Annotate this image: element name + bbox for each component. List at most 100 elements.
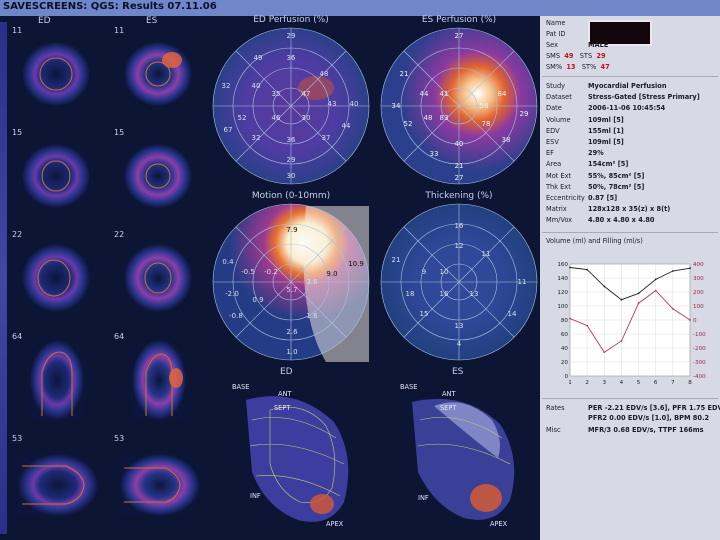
segment-value: 56 xyxy=(480,102,489,110)
filling-point xyxy=(637,302,640,305)
study-value: Myocardial Perfusion xyxy=(588,82,667,90)
results-panel: Name Pat ID Sex MALE SMS 49 STS 29 SM% 13… xyxy=(540,16,720,540)
y2-tick-label: -200 xyxy=(693,346,706,352)
model-es-3d[interactable]: BASE ANT SEPT INF APEX xyxy=(394,380,540,530)
segment-value: 44 xyxy=(342,122,351,130)
study-value: 109ml [5] xyxy=(588,115,624,124)
slice-image xyxy=(120,454,200,516)
segment-value: 27 xyxy=(455,32,464,40)
surface-model-svg: BASE ANT SEPT INF APEX xyxy=(232,383,349,528)
slice-es-row5[interactable]: 53 xyxy=(110,434,206,530)
model-ed-3d[interactable]: BASE ANT SEPT INF APEX xyxy=(226,380,372,530)
segment-value: 21 xyxy=(455,162,464,170)
study-key: Eccentricity xyxy=(546,194,585,202)
study-key: Mot Ext xyxy=(546,171,572,180)
smpct-value: 13 xyxy=(566,63,576,71)
slice-ed-row3[interactable]: 22 xyxy=(8,230,104,326)
volume-point xyxy=(603,285,606,288)
slice-number: 11 xyxy=(114,26,125,35)
slice-number: 22 xyxy=(12,230,23,239)
volume-point xyxy=(637,292,640,295)
thickening-map[interactable]: Thickening (%) 16 12 11 21 9 10 18 13 16… xyxy=(374,191,544,362)
segment-value: 10 xyxy=(440,268,449,276)
y-tick-label: 80 xyxy=(561,318,569,324)
y2-tick-label: 300 xyxy=(693,276,704,282)
motion-map[interactable]: Motion (0-10mm) 7.9 10.9 9.0 0.4 -0.5 -0… xyxy=(206,191,376,362)
y-tick-label: 20 xyxy=(561,360,569,366)
segment-value: 12 xyxy=(455,242,464,250)
segment-value: 3.6 xyxy=(306,278,318,286)
study-key: EDV xyxy=(546,126,560,135)
segment-value: 1.0 xyxy=(286,348,297,356)
sept-label: SEPT xyxy=(440,404,457,412)
segment-value: 9 xyxy=(422,268,426,276)
segment-value: 40 xyxy=(252,82,261,90)
segment-value: 40 xyxy=(455,140,464,148)
segment-value: 35 xyxy=(272,90,281,98)
segment-value: 41 xyxy=(440,90,449,98)
segment-value: -2.0 xyxy=(225,290,239,298)
study-row: Eccentricity 0.87 [5] xyxy=(546,194,617,202)
study-key: Thk Ext xyxy=(546,182,571,191)
segment-value: 4 xyxy=(457,340,462,348)
segment-value: 34 xyxy=(392,102,401,110)
slice-ed-row5[interactable]: 53 xyxy=(8,434,104,530)
es-perfusion-map[interactable]: ES Perfusion (%) 27 21 44 41 56 84 83 78… xyxy=(374,15,544,186)
window-title: SAVESCREENS: QGS: Results 07.11.06 xyxy=(3,1,217,12)
study-row: Date 2006-11-06 10:45:54 xyxy=(546,104,665,112)
study-key: Mm/Vox xyxy=(546,216,573,225)
segment-value: 29 xyxy=(287,156,296,164)
rates-label: Rates xyxy=(546,404,565,412)
apex-label: APEX xyxy=(326,520,344,528)
ed-perfusion-title: ED Perfusion (%) xyxy=(253,15,329,25)
study-row: Matrix 128x128 x 35(z) x 8(t) xyxy=(546,205,670,213)
segment-value: -0.8 xyxy=(229,312,243,320)
segment-value: 67 xyxy=(224,126,233,134)
volume-filling-chart[interactable]: 160 400 140 300 120 200 100 100 80 0 60 -100 40 -200 2… xyxy=(548,258,718,396)
slice-es-row4[interactable]: 64 xyxy=(110,332,206,428)
segment-value: 5.7 xyxy=(286,286,297,294)
base-label: BASE xyxy=(232,383,249,391)
slice-ed-row2[interactable]: 15 xyxy=(8,128,104,224)
ed-perfusion-map[interactable]: ED Perfusion (%) 29 36 49 48 32 40 35 47… xyxy=(206,15,376,186)
ed-map-label: ED xyxy=(280,367,293,377)
name-label: Name xyxy=(546,19,566,27)
slice-ed-row1[interactable]: 11 xyxy=(8,26,104,122)
misc-label: Misc xyxy=(546,426,561,434)
slice-es-row3[interactable]: 22 xyxy=(110,230,206,326)
segment-value: -0.2 xyxy=(264,268,278,276)
slice-es-row1[interactable]: 11 xyxy=(110,26,206,122)
study-row: Volume 109ml [5] xyxy=(546,116,624,124)
slice-number: 64 xyxy=(12,332,23,341)
motion-title: Motion (0-10mm) xyxy=(251,191,331,201)
slice-es-row2[interactable]: 15 xyxy=(110,128,206,224)
study-row: EDV 155ml [1] xyxy=(546,127,624,135)
study-key: Area xyxy=(546,160,562,169)
polar-map-svg: 29 36 49 48 32 40 35 47 43 40 52 67 46 3… xyxy=(212,27,370,185)
es-map-label: ES xyxy=(452,367,464,377)
segment-value: 11 xyxy=(518,278,527,286)
x-tick-label: 7 xyxy=(671,380,675,386)
y-tick-label: 120 xyxy=(557,290,568,296)
polar-map-svg: 7.9 10.9 9.0 0.4 -0.5 -0.2 -2.0 3.6 1.6 … xyxy=(212,203,370,362)
segment-value: 14 xyxy=(508,310,517,318)
rates-row: Rates PER -2.21 EDV/s [3.6], PFR 1.75 EDV… xyxy=(546,404,720,412)
slice-image xyxy=(22,244,90,312)
es-perfusion-title: ES Perfusion (%) xyxy=(421,15,497,25)
chart-svg: 160 400140 300120 200100 10080 060 -10040 -2002… xyxy=(557,262,706,386)
segment-value: 30 xyxy=(287,172,296,180)
segment-value: 0.4 xyxy=(222,258,234,266)
slice-number: 15 xyxy=(12,128,23,137)
segment-value: 1.6 xyxy=(306,312,318,320)
study-row: Mm/Vox 4.80 x 4.80 x 4.80 xyxy=(546,216,655,224)
es-column-label: ES xyxy=(146,16,158,26)
sts-label: STS xyxy=(579,52,593,60)
slice-ed-row4[interactable]: 64 xyxy=(8,332,104,428)
name-row: Name xyxy=(546,19,588,27)
segment-value: 7.9 xyxy=(286,226,297,234)
study-value: 0.87 [5] xyxy=(588,194,618,202)
x-tick-label: 8 xyxy=(688,380,692,386)
sms-row: SMS 49 STS 29 xyxy=(546,52,606,60)
smpct-label: SM% xyxy=(546,63,563,71)
study-value: 128x128 x 35(z) x 8(t) xyxy=(588,205,671,214)
